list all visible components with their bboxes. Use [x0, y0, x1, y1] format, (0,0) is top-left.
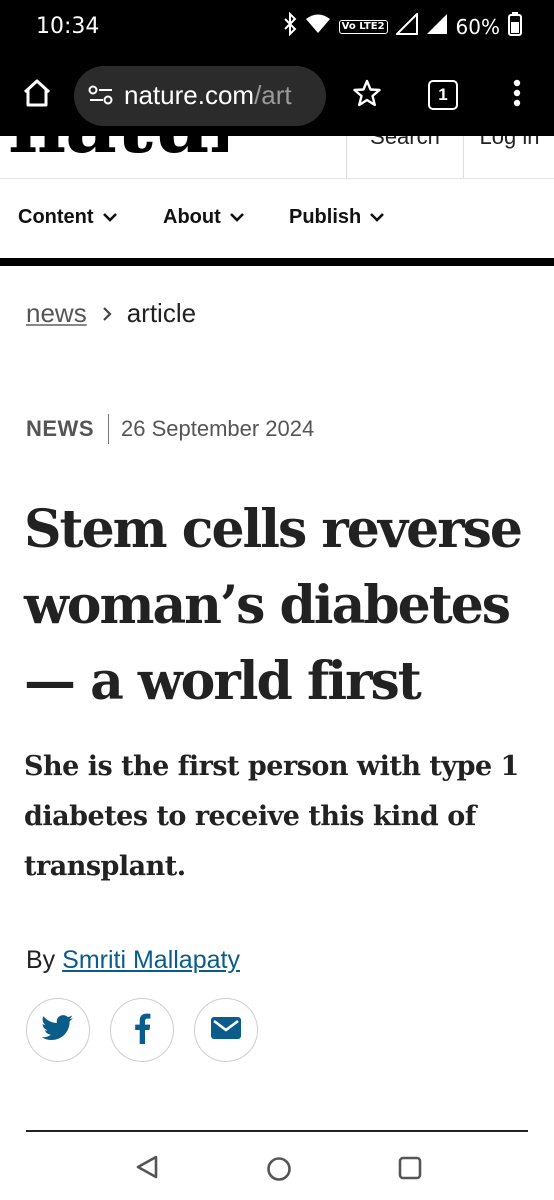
breadcrumb-current: article — [126, 298, 197, 328]
byline-prefix: By — [26, 946, 56, 974]
nav-content-label: Content — [18, 206, 94, 228]
site-settings-icon[interactable] — [88, 84, 114, 111]
star-icon — [353, 79, 381, 112]
back-button[interactable] — [134, 1154, 160, 1185]
article-date: 26 September 2024 — [121, 416, 315, 441]
twitter-icon — [41, 1014, 74, 1047]
nav-bottom-rule — [0, 258, 554, 266]
tab-switcher-button[interactable]: 1 — [426, 78, 460, 112]
tab-count: 1 — [428, 80, 458, 110]
home-button[interactable] — [20, 78, 54, 112]
home-icon — [22, 78, 52, 113]
bookmark-button[interactable] — [350, 78, 384, 112]
breadcrumb: news article — [26, 298, 196, 329]
share-facebook-button[interactable] — [110, 998, 174, 1062]
chevron-down-icon — [102, 206, 118, 229]
home-circle-icon — [266, 1157, 292, 1186]
nav-publish-label: Publish — [289, 206, 362, 228]
system-nav-bar — [0, 1132, 554, 1200]
title-line: Stem cells reverse — [24, 499, 523, 560]
article-type: NEWS — [26, 416, 94, 441]
facebook-icon — [133, 1012, 151, 1049]
article-meta: NEWS 26 September 2024 — [26, 414, 314, 444]
header-divider — [0, 178, 554, 179]
title-line: woman’s diabetes — [24, 575, 511, 636]
meta-separator — [108, 414, 109, 444]
search-button[interactable]: Search — [346, 136, 463, 178]
email-icon — [211, 1016, 241, 1044]
url-host: nature.com — [124, 80, 255, 110]
chevron-right-icon — [101, 298, 113, 329]
title-line: — a world first — [24, 651, 422, 712]
standfirst-line: She is the first person with type 1 — [24, 751, 519, 782]
chevron-down-icon — [229, 206, 245, 229]
article-byline: By Smriti Mallapaty — [26, 946, 240, 975]
signal-icon — [394, 11, 418, 40]
login-button[interactable]: Log in — [463, 136, 554, 178]
nav-about-label: About — [163, 206, 221, 228]
article-standfirst: She is the first person with type 1 diab… — [24, 742, 524, 892]
site-nav: Content About Publish — [0, 190, 554, 246]
recents-button[interactable] — [398, 1156, 422, 1185]
home-nav-button[interactable] — [266, 1156, 292, 1187]
url-path: /art — [254, 80, 292, 110]
wifi-icon — [305, 13, 331, 40]
author-link[interactable]: Smriti Mallapaty — [62, 946, 240, 974]
volte-badge: Vo LTE2 — [338, 19, 388, 34]
status-bar: 10:34 Vo LTE2 60% — [0, 0, 554, 58]
article-title: Stem cells reverse woman’s diabetes — a … — [24, 492, 544, 720]
login-label: Log in — [479, 136, 540, 149]
share-twitter-button[interactable] — [26, 998, 90, 1062]
recents-square-icon — [398, 1156, 422, 1184]
status-icons: Vo LTE2 60% — [283, 11, 522, 41]
status-time: 10:34 — [36, 14, 100, 39]
url-text: nature.com/art — [124, 80, 292, 111]
signal-icon-2 — [426, 13, 448, 40]
address-bar[interactable]: nature.com/art — [74, 66, 326, 126]
chevron-down-icon — [369, 206, 385, 229]
more-vert-icon — [513, 79, 521, 112]
share-email-button[interactable] — [194, 998, 258, 1062]
site-logo[interactable]: nature — [8, 136, 228, 166]
bluetooth-icon — [283, 11, 297, 41]
more-menu-button[interactable] — [500, 78, 534, 112]
search-label: Search — [370, 136, 440, 149]
nav-publish[interactable]: Publish — [289, 206, 385, 229]
standfirst-line: transplant. — [24, 851, 186, 882]
battery-icon — [508, 12, 522, 41]
battery-level: 60% — [455, 14, 500, 39]
nav-content[interactable]: Content — [18, 206, 118, 229]
browser-toolbar: nature.com/art 1 — [0, 58, 554, 136]
nav-about[interactable]: About — [163, 206, 245, 229]
standfirst-line: diabetes to receive this kind of — [24, 801, 476, 832]
back-triangle-icon — [134, 1155, 160, 1184]
site-logo-text: nature — [8, 136, 228, 164]
breadcrumb-news-link[interactable]: news — [26, 298, 87, 329]
